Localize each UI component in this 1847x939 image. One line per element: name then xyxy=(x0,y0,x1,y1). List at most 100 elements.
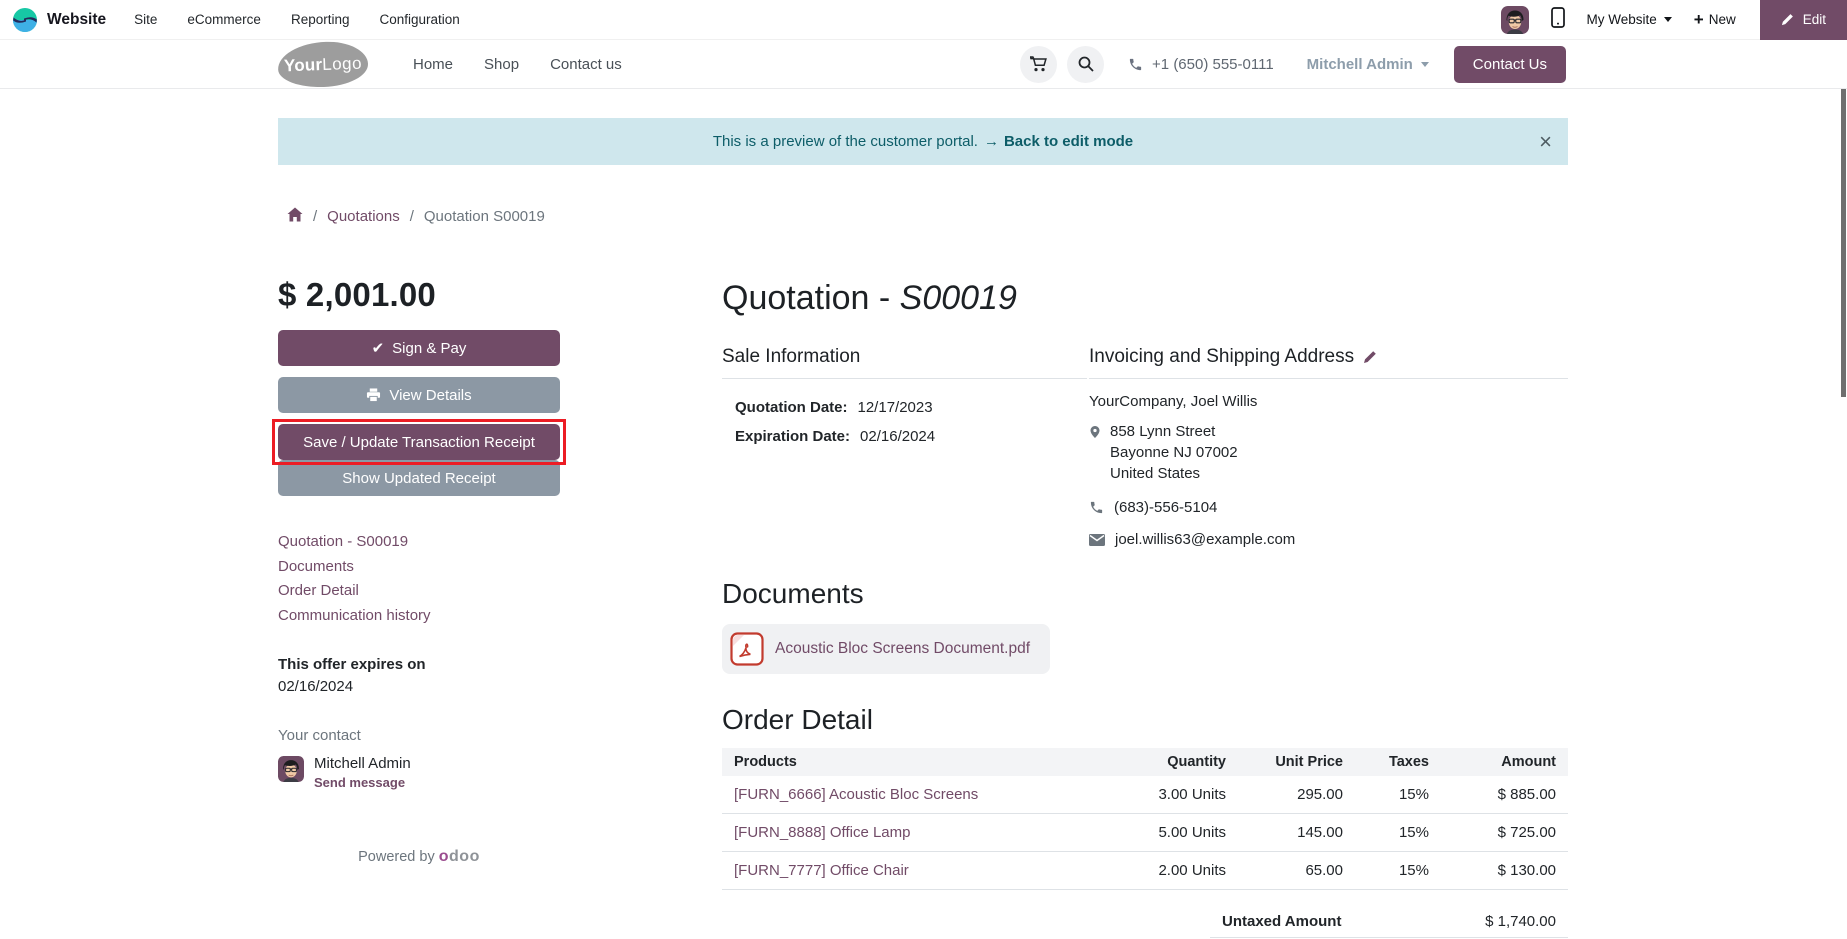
mobile-preview-icon[interactable] xyxy=(1551,7,1565,33)
search-button[interactable] xyxy=(1067,46,1104,83)
my-website-label: My Website xyxy=(1587,12,1657,27)
save-receipt-wrapper: Save / Update Transaction Receipt xyxy=(278,424,560,460)
col-header-taxes: Taxes xyxy=(1355,748,1441,776)
row-taxes: 15% xyxy=(1355,852,1441,890)
document-attachment-card[interactable]: Acoustic Bloc Screens Document.pdf xyxy=(722,624,1050,674)
nav-home[interactable]: Home xyxy=(413,56,453,73)
avatar-image xyxy=(278,756,304,782)
offer-expiry-label: This offer expires on xyxy=(278,656,560,673)
show-updated-receipt-button[interactable]: Show Updated Receipt xyxy=(278,460,560,496)
back-to-edit-link[interactable]: → Back to edit mode xyxy=(984,133,1133,150)
new-button[interactable]: + New xyxy=(1694,11,1736,28)
quotation-sidebar: $ 2,001.00 ✔ Sign & Pay View Details Sav… xyxy=(278,276,560,866)
user-menu-dropdown[interactable]: Mitchell Admin xyxy=(1307,56,1429,73)
sidebar-anchor-links: Quotation - S00019 Documents Order Detai… xyxy=(278,530,560,628)
order-detail-table: Products Quantity Unit Price Taxes Amoun… xyxy=(722,748,1568,890)
untaxed-amount-value: $ 1,740.00 xyxy=(1485,913,1556,930)
contact-us-button[interactable]: Contact Us xyxy=(1454,46,1566,83)
odoo-logo[interactable]: odoo xyxy=(439,848,480,865)
navbar-left: YourLogo Home Shop Contact us xyxy=(278,42,622,87)
save-update-transaction-receipt-button[interactable]: Save / Update Transaction Receipt xyxy=(278,424,560,460)
cart-icon xyxy=(1030,56,1047,72)
yourlogo-logo[interactable]: YourLogo xyxy=(277,40,369,88)
row-unit-price: 295.00 xyxy=(1238,776,1355,814)
col-header-products: Products xyxy=(722,748,1088,776)
untaxed-amount-row: Untaxed Amount $ 1,740.00 xyxy=(1210,906,1568,938)
row-taxes: 15% xyxy=(1355,776,1441,814)
address-phone: (683)-556-5104 xyxy=(1114,499,1217,516)
menu-ecommerce[interactable]: eCommerce xyxy=(187,12,261,27)
breadcrumb-home[interactable] xyxy=(287,207,303,226)
nav-shop[interactable]: Shop xyxy=(484,56,519,73)
edit-button[interactable]: Edit xyxy=(1760,0,1847,40)
edit-label: Edit xyxy=(1803,12,1826,27)
sale-information-heading: Sale Information xyxy=(722,346,1087,379)
offer-expiry-date: 02/16/2024 xyxy=(278,678,560,695)
header-phone-link[interactable]: +1 (650) 555-0111 xyxy=(1128,56,1274,73)
portal-preview-banner: This is a preview of the customer portal… xyxy=(278,118,1568,165)
col-header-amount: Amount xyxy=(1441,748,1568,776)
address-street: 858 Lynn Street xyxy=(1110,421,1238,442)
printer-icon xyxy=(366,388,381,402)
my-website-dropdown[interactable]: My Website xyxy=(1587,12,1672,27)
address-lines: 858 Lynn Street Bayonne NJ 07002 United … xyxy=(1110,421,1238,484)
product-link[interactable]: [FURN_7777] Office Chair xyxy=(734,862,909,879)
address-section: Invoicing and Shipping Address YourCompa… xyxy=(1089,346,1568,548)
chevron-down-icon xyxy=(1421,62,1429,67)
scrollbar-thumb[interactable] xyxy=(1841,50,1846,397)
row-amount: $ 130.00 xyxy=(1441,852,1568,890)
address-email[interactable]: joel.willis63@example.com xyxy=(1115,531,1295,548)
address-company: YourCompany, Joel Willis xyxy=(1089,393,1568,410)
pencil-icon xyxy=(1781,13,1794,26)
page: Website Site eCommerce Reporting Configu… xyxy=(0,0,1847,939)
product-link[interactable]: [FURN_6666] Acoustic Bloc Screens xyxy=(734,786,978,803)
banner-close-button[interactable]: × xyxy=(1539,131,1552,153)
view-details-label: View Details xyxy=(389,387,471,404)
order-totals: Untaxed Amount $ 1,740.00 Tax 15% $ 261.… xyxy=(1210,906,1568,939)
sign-pay-button[interactable]: ✔ Sign & Pay xyxy=(278,330,560,366)
page-title: Quotation - S00019 xyxy=(722,276,1568,320)
breadcrumb-current: Quotation S00019 xyxy=(424,208,545,225)
col-header-quantity: Quantity xyxy=(1088,748,1238,776)
offer-expiry: This offer expires on 02/16/2024 xyxy=(278,656,560,695)
sidebar-link-order-detail[interactable]: Order Detail xyxy=(278,579,560,604)
banner-text: This is a preview of the customer portal… xyxy=(713,133,978,150)
row-amount: $ 885.00 xyxy=(1441,776,1568,814)
quotation-total-amount: $ 2,001.00 xyxy=(278,276,560,314)
expiration-date-label: Expiration Date: xyxy=(735,422,850,451)
address-block: 858 Lynn Street Bayonne NJ 07002 United … xyxy=(1089,421,1568,484)
product-link[interactable]: [FURN_8888] Office Lamp xyxy=(734,824,910,841)
quotation-date-row: Quotation Date: 12/17/2023 xyxy=(722,393,1087,422)
contact-card: Mitchell Admin Send message xyxy=(278,754,560,790)
row-unit-price: 65.00 xyxy=(1238,852,1355,890)
sidebar-link-communication-history[interactable]: Communication history xyxy=(278,604,560,629)
sidebar-link-quotation[interactable]: Quotation - S00019 xyxy=(278,530,560,555)
breadcrumb: / Quotations / Quotation S00019 xyxy=(287,207,1847,226)
navbar-right: +1 (650) 555-0111 Mitchell Admin Contact… xyxy=(1010,46,1566,83)
sign-pay-label: Sign & Pay xyxy=(392,340,466,357)
user-menu-label: Mitchell Admin xyxy=(1307,56,1413,73)
cart-button[interactable] xyxy=(1020,46,1057,83)
row-quantity: 2.00 Units xyxy=(1088,852,1238,890)
check-icon: ✔ xyxy=(372,339,385,357)
menu-site[interactable]: Site xyxy=(134,12,157,27)
envelope-icon xyxy=(1089,534,1105,546)
send-message-link[interactable]: Send message xyxy=(314,775,411,790)
menu-configuration[interactable]: Configuration xyxy=(380,12,460,27)
website-app-brand[interactable]: Website xyxy=(12,7,106,33)
document-file-name: Acoustic Bloc Screens Document.pdf xyxy=(775,640,1030,658)
sidebar-link-documents[interactable]: Documents xyxy=(278,555,560,580)
documents-heading: Documents xyxy=(722,578,1568,610)
row-amount: $ 725.00 xyxy=(1441,814,1568,852)
address-heading: Invoicing and Shipping Address xyxy=(1089,346,1354,368)
nav-contact-us[interactable]: Contact us xyxy=(550,56,622,73)
back-to-edit-label: Back to edit mode xyxy=(1004,133,1133,150)
edit-address-pencil-icon[interactable] xyxy=(1363,350,1377,364)
powered-by-label: Powered by xyxy=(358,849,435,865)
breadcrumb-quotations[interactable]: Quotations xyxy=(327,208,400,225)
user-avatar[interactable] xyxy=(1501,6,1529,34)
view-details-button[interactable]: View Details xyxy=(278,377,560,413)
page-title-prefix: Quotation - xyxy=(722,279,900,317)
menu-reporting[interactable]: Reporting xyxy=(291,12,350,27)
contact-name: Mitchell Admin xyxy=(314,754,411,773)
